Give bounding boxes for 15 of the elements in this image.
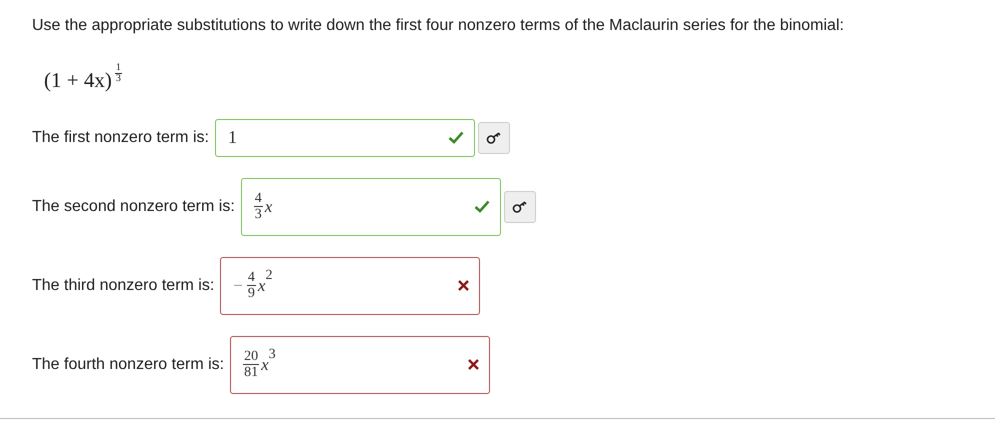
- term-label: The fourth nonzero term is:: [32, 354, 224, 374]
- term-label: The second nonzero term is:: [32, 196, 235, 216]
- show-answer-button[interactable]: [478, 122, 510, 154]
- question-text: Use the appropriate substitutions to write down the first four nonzero terms of the Maclaurin series for the binomial:: [32, 16, 845, 35]
- check-icon: [474, 200, 490, 213]
- answer-field[interactable]: 1: [214, 118, 475, 156]
- cross-icon: [458, 280, 470, 291]
- answer-value: 1: [228, 126, 237, 149]
- term-label: The third nonzero term is:: [32, 276, 214, 296]
- term-label: The first nonzero term is:: [32, 128, 209, 148]
- show-answer-button[interactable]: [504, 190, 536, 222]
- key-icon: [512, 200, 528, 212]
- key-icon: [486, 132, 502, 144]
- cross-icon: [468, 359, 480, 370]
- check-icon: [448, 131, 464, 144]
